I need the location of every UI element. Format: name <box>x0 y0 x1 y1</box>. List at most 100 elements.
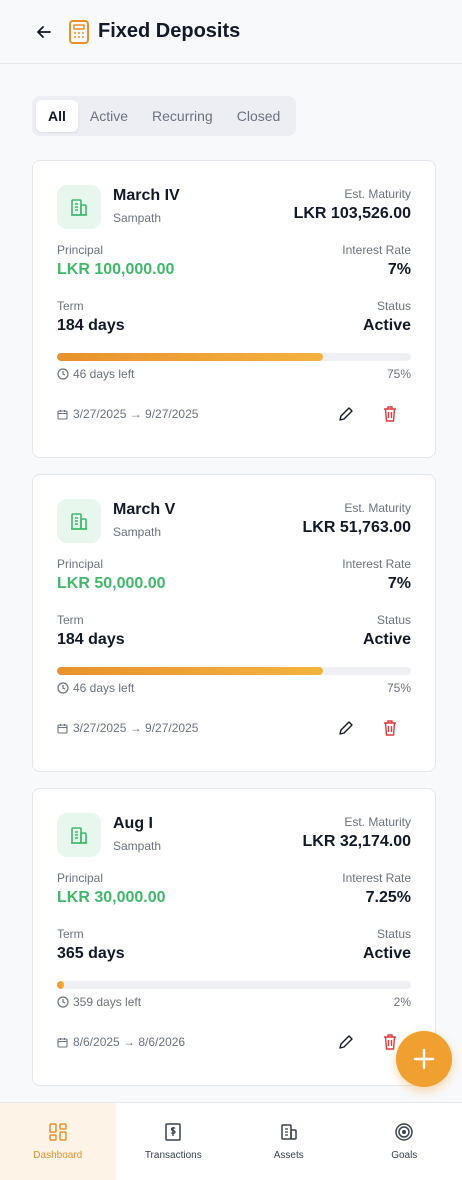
status-label: Status <box>376 613 411 627</box>
progress-bar <box>57 981 411 989</box>
pencil-icon <box>339 407 353 421</box>
nav-label: Dashboard <box>33 1150 83 1161</box>
filter-tabs: All Active Recurring Closed <box>32 96 296 136</box>
rate-value: 7.25% <box>365 889 411 906</box>
building-icon <box>281 1124 297 1140</box>
delete-button[interactable] <box>379 717 401 739</box>
date-range: 3/27/2025 → 9/27/2025 <box>57 407 198 421</box>
target-icon <box>395 1123 413 1141</box>
maturity-label: Est. Maturity <box>344 815 411 829</box>
principal-label: Principal <box>57 243 104 257</box>
deposit-card[interactable]: Aug I Sampath Est. Maturity LKR 32,174.0… <box>32 788 436 1086</box>
dashboard-icon <box>49 1123 67 1141</box>
deposit-name: March IV <box>113 187 180 204</box>
tab-active[interactable]: Active <box>78 100 140 132</box>
clock-icon <box>57 996 69 1008</box>
status-value: Active <box>362 945 411 962</box>
progress-bar <box>57 667 411 675</box>
progress-percent: 75% <box>386 681 411 695</box>
rate-value: 7% <box>387 261 411 278</box>
calculator-icon <box>69 19 89 44</box>
pencil-icon <box>339 721 353 735</box>
days-left-text: 46 days left <box>73 367 135 381</box>
term-label: Term <box>57 299 84 313</box>
deposit-name: March V <box>113 501 176 518</box>
maturity-value: LKR 51,763.00 <box>302 519 411 536</box>
arrow-left-icon <box>37 25 51 38</box>
deposit-bank: Sampath <box>113 211 162 225</box>
receipt-icon <box>165 1123 181 1141</box>
days-left-text: 359 days left <box>73 995 142 1009</box>
status-label: Status <box>376 927 411 941</box>
nav-dashboard[interactable]: Dashboard <box>0 1103 116 1180</box>
tab-all[interactable]: All <box>36 100 78 132</box>
status-label: Status <box>376 299 411 313</box>
term-value: 365 days <box>57 945 125 962</box>
nav-label: Transactions <box>144 1150 202 1161</box>
bottom-nav: Dashboard Transactions Assets Goals <box>0 1102 462 1180</box>
deposit-name: Aug I <box>113 815 153 832</box>
nav-goals[interactable]: Goals <box>347 1103 462 1180</box>
principal-value: LKR 100,000.00 <box>57 261 175 278</box>
progress-fill <box>57 353 323 361</box>
maturity-label: Est. Maturity <box>344 501 411 515</box>
calendar-icon <box>57 1037 68 1048</box>
principal-label: Principal <box>57 557 104 571</box>
date-range-text: 3/27/2025 → 9/27/2025 <box>73 407 199 421</box>
plus-icon <box>413 1048 435 1070</box>
principal-label: Principal <box>57 871 104 885</box>
building-icon <box>57 813 101 857</box>
nav-assets[interactable]: Assets <box>231 1103 347 1180</box>
date-range: 8/6/2025 → 8/6/2026 <box>57 1035 185 1049</box>
deposit-bank: Sampath <box>113 525 162 539</box>
trash-icon <box>384 1034 396 1050</box>
principal-value: LKR 30,000.00 <box>57 889 166 906</box>
trash-icon <box>384 406 396 422</box>
edit-button[interactable] <box>335 1031 357 1053</box>
deposit-card[interactable]: March IV Sampath Est. Maturity LKR 103,5… <box>32 160 436 458</box>
progress-percent: 2% <box>393 995 411 1009</box>
maturity-value: LKR 32,174.00 <box>302 833 411 850</box>
clock-icon <box>57 368 69 380</box>
calendar-icon <box>57 409 68 420</box>
nav-transactions[interactable]: Transactions <box>116 1103 232 1180</box>
tab-closed[interactable]: Closed <box>225 100 293 132</box>
clock-icon <box>57 682 69 694</box>
maturity-value: LKR 103,526.00 <box>293 205 411 222</box>
days-left: 359 days left <box>57 995 141 1009</box>
term-label: Term <box>57 927 84 941</box>
nav-label: Goals <box>391 1150 418 1161</box>
date-range-text: 8/6/2025 → 8/6/2026 <box>73 1035 186 1049</box>
page-title: Fixed Deposits <box>98 20 241 42</box>
delete-button[interactable] <box>379 403 401 425</box>
rate-label: Interest Rate <box>342 871 411 885</box>
back-button[interactable] <box>34 22 54 42</box>
principal-value: LKR 50,000.00 <box>57 575 166 592</box>
building-icon <box>57 185 101 229</box>
tab-recurring[interactable]: Recurring <box>140 100 225 132</box>
date-range: 3/27/2025 → 9/27/2025 <box>57 721 198 735</box>
add-deposit-button[interactable] <box>396 1031 452 1087</box>
progress-fill <box>57 981 65 989</box>
nav-label: Assets <box>273 1150 304 1161</box>
deposit-card[interactable]: March V Sampath Est. Maturity LKR 51,763… <box>32 474 436 772</box>
trash-icon <box>384 720 396 736</box>
rate-label: Interest Rate <box>342 557 411 571</box>
edit-button[interactable] <box>335 403 357 425</box>
deposit-bank: Sampath <box>113 839 162 853</box>
date-range-text: 3/27/2025 → 9/27/2025 <box>73 721 199 735</box>
term-value: 184 days <box>57 631 125 648</box>
term-value: 184 days <box>57 317 125 334</box>
pencil-icon <box>339 1035 353 1049</box>
progress-fill <box>57 667 323 675</box>
edit-button[interactable] <box>335 717 357 739</box>
calendar-icon <box>57 723 68 734</box>
status-value: Active <box>362 631 411 648</box>
rate-value: 7% <box>387 575 411 592</box>
days-left: 46 days left <box>57 367 134 381</box>
days-left-text: 46 days left <box>73 681 135 695</box>
status-value: Active <box>362 317 411 334</box>
maturity-label: Est. Maturity <box>344 187 411 201</box>
progress-percent: 75% <box>386 367 411 381</box>
progress-bar <box>57 353 411 361</box>
